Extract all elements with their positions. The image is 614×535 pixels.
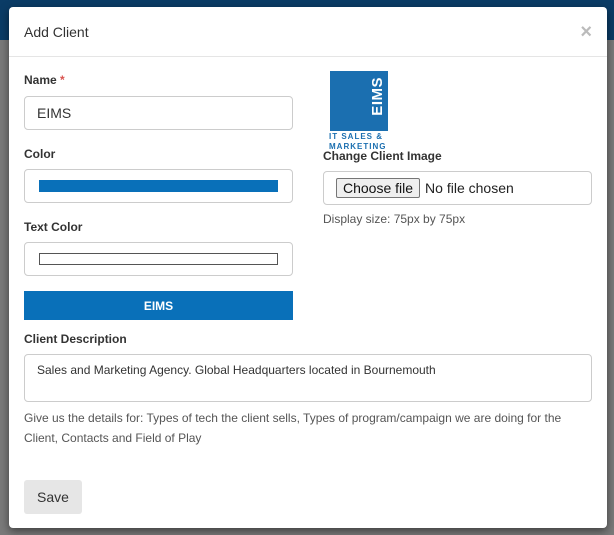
display-size-help: Display size: 75px by 75px — [323, 212, 466, 226]
name-input[interactable]: EIMS — [24, 96, 293, 130]
name-label: Name * — [24, 73, 65, 87]
choose-file-button[interactable]: Choose file — [336, 178, 421, 198]
text-color-swatch — [39, 253, 278, 265]
client-logo: EIMS IT SALES & MARKETING — [329, 71, 389, 151]
text-color-picker[interactable] — [24, 242, 293, 276]
save-button[interactable]: Save — [24, 480, 82, 514]
add-client-modal: Add Client × Name * EIMS Color Text Colo… — [9, 7, 607, 528]
close-button[interactable]: × — [580, 22, 592, 42]
no-file-text: No file chosen — [425, 180, 514, 196]
text-color-label: Text Color — [24, 220, 83, 234]
logo-text: EIMS — [369, 77, 386, 116]
modal-title: Add Client — [24, 23, 89, 40]
client-preview-badge: EIMS — [24, 291, 293, 320]
file-input[interactable]: Choose file No file chosen — [323, 171, 592, 205]
name-label-text: Name — [24, 73, 57, 87]
change-image-label: Change Client Image — [323, 149, 442, 163]
description-value: Sales and Marketing Agency. Global Headq… — [37, 363, 436, 377]
required-mark: * — [60, 73, 65, 87]
color-swatch — [39, 180, 278, 192]
description-help: Give us the details for: Types of tech t… — [24, 411, 562, 445]
color-label: Color — [24, 147, 56, 161]
name-input-value: EIMS — [37, 105, 72, 121]
modal-header: Add Client × — [9, 7, 607, 57]
description-textarea[interactable]: Sales and Marketing Agency. Global Headq… — [24, 354, 592, 402]
color-picker[interactable] — [24, 169, 293, 203]
logo-box: EIMS — [330, 71, 388, 131]
logo-subtitle-1: IT SALES & — [329, 132, 384, 141]
description-label: Client Description — [24, 332, 127, 346]
